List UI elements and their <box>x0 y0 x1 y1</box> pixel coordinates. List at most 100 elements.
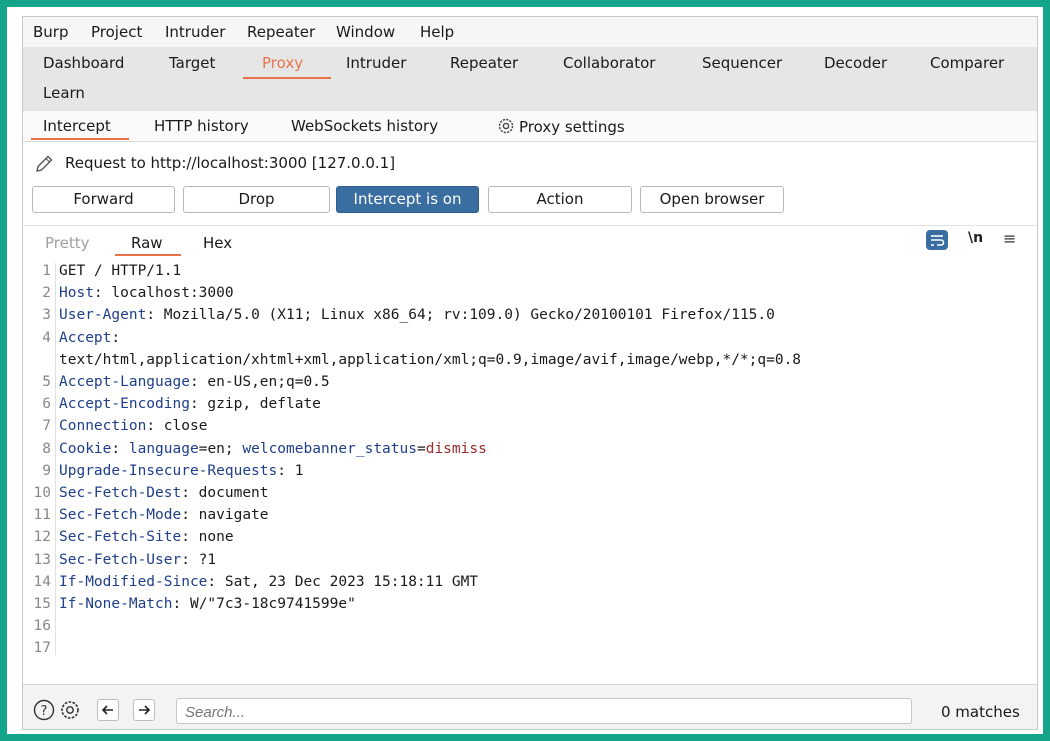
line-number: 4 <box>42 329 51 346</box>
line-number: 15 <box>33 596 51 612</box>
svg-text:?: ? <box>41 704 48 719</box>
menu-repeater[interactable]: Repeater <box>247 23 315 41</box>
gear-icon <box>498 118 514 134</box>
tab-intercept[interactable]: Intercept <box>43 117 111 135</box>
tab-hex[interactable]: Hex <box>203 234 232 252</box>
header-name: User-Agent <box>59 307 147 324</box>
tab-dashboard[interactable]: Dashboard <box>43 54 124 72</box>
request-line: Sec-Fetch-Site: none <box>59 529 234 546</box>
line-number: 17 <box>33 640 51 657</box>
menu-help[interactable]: Help <box>420 23 454 41</box>
pencil-icon <box>36 155 53 172</box>
proxy-sub-tabs: Intercept HTTP history WebSockets histor… <box>23 111 1037 142</box>
header-name: Cookie <box>59 440 112 457</box>
tab-collaborator[interactable]: Collaborator <box>563 54 655 72</box>
header-value: ?1 <box>189 551 217 568</box>
line-number: 10 <box>33 485 51 501</box>
request-line: Accept: <box>59 329 121 346</box>
request-line: text/html,application/xhtml+xml,applicat… <box>59 351 802 368</box>
tab-intruder[interactable]: Intruder <box>346 54 406 72</box>
line-number: 6 <box>42 396 51 413</box>
header-name: Sec-Fetch-Dest <box>59 485 182 501</box>
request-target-text: Request to http://localhost:3000 [127.0.… <box>65 154 396 172</box>
header-name: Connection <box>59 418 147 435</box>
header-name: Accept-Encoding <box>59 396 190 413</box>
tab-raw[interactable]: Raw <box>131 234 163 252</box>
menu-icon[interactable]: ≡ <box>1003 229 1016 248</box>
cookie-part: en <box>207 440 225 457</box>
header-name: If-Modified-Since <box>59 573 208 590</box>
request-line: Connection: close <box>59 418 208 435</box>
menu-bar: Burp Project Intruder Repeater Window He… <box>23 17 1037 47</box>
line-number: 2 <box>42 285 51 302</box>
header-value: en-US,en;q=0.5 <box>198 374 330 390</box>
match-count: 0 matches <box>941 703 1020 721</box>
line-number: 11 <box>33 507 51 524</box>
arrow-left-icon <box>101 705 113 715</box>
request-line: Accept-Language: en-US,en;q=0.5 <box>59 374 330 390</box>
tab-decoder[interactable]: Decoder <box>824 54 887 72</box>
main-tabs: Dashboard Target Proxy Intruder Repeater… <box>23 47 1037 111</box>
header-name: Upgrade-Insecure-Requests <box>59 462 278 479</box>
cookie-part: dismiss <box>425 440 487 457</box>
intercept-toggle-button[interactable]: Intercept is on <box>336 186 479 213</box>
request-line: Sec-Fetch-User: ?1 <box>59 551 217 568</box>
line-number: 8 <box>42 440 51 457</box>
tab-proxy-underline <box>243 77 331 79</box>
tab-comparer[interactable]: Comparer <box>930 54 1004 72</box>
header-value: W/"7c3-18c9741599e" <box>181 596 356 612</box>
proxy-settings-label: Proxy settings <box>519 118 625 136</box>
cookie-part: language <box>128 440 199 457</box>
wrap-lines-icon[interactable] <box>926 230 948 250</box>
tab-intercept-underline <box>31 138 129 140</box>
menu-burp[interactable]: Burp <box>33 23 69 41</box>
next-match-button[interactable] <box>133 699 155 721</box>
settings-gear-icon[interactable] <box>59 699 81 721</box>
menu-project[interactable]: Project <box>91 23 142 41</box>
line-number: 14 <box>33 573 51 590</box>
burp-window: Burp Project Intruder Repeater Window He… <box>22 16 1038 730</box>
header-name: Host <box>59 285 94 302</box>
line-number: 3 <box>42 307 51 324</box>
line-number: 1 <box>42 263 51 279</box>
menu-intruder[interactable]: Intruder <box>165 23 225 41</box>
tab-pretty[interactable]: Pretty <box>45 234 90 252</box>
line-number: 16 <box>33 618 51 635</box>
request-line: GET / HTTP/1.1 <box>59 263 182 279</box>
forward-button[interactable]: Forward <box>32 186 175 213</box>
request-line: If-None-Match: W/"7c3-18c9741599e" <box>59 596 356 612</box>
header-name: Accept <box>59 329 112 346</box>
newline-toggle[interactable]: \n <box>968 230 983 246</box>
request-line: Host: localhost:3000 <box>59 285 234 302</box>
header-name: Sec-Fetch-User <box>59 551 182 568</box>
line-number: 7 <box>42 418 51 435</box>
header-value: gzip, deflate <box>198 396 321 413</box>
tab-target[interactable]: Target <box>169 54 215 72</box>
tab-repeater[interactable]: Repeater <box>450 54 518 72</box>
tab-sequencer[interactable]: Sequencer <box>702 54 782 72</box>
cookie-part: welcomebanner_status <box>242 440 417 457</box>
header-name: Accept-Language <box>59 374 190 390</box>
action-button[interactable]: Action <box>488 186 632 213</box>
drop-button[interactable]: Drop <box>183 186 330 213</box>
header-name: Sec-Fetch-Mode <box>59 507 182 524</box>
line-number: 12 <box>33 529 51 546</box>
tab-raw-underline <box>115 254 181 256</box>
request-line: User-Agent: Mozilla/5.0 (X11; Linux x86_… <box>59 307 775 324</box>
request-line: If-Modified-Since: Sat, 23 Dec 2023 15:1… <box>59 573 479 590</box>
tab-proxy[interactable]: Proxy <box>262 54 303 72</box>
tab-http-history[interactable]: HTTP history <box>154 117 249 135</box>
open-browser-button[interactable]: Open browser <box>640 186 784 213</box>
tab-learn[interactable]: Learn <box>43 84 85 102</box>
proxy-settings-link[interactable]: Proxy settings <box>497 117 625 136</box>
previous-match-button[interactable] <box>97 699 119 721</box>
search-input[interactable] <box>183 700 907 724</box>
search-box <box>176 698 912 724</box>
tab-websockets-history[interactable]: WebSockets history <box>291 117 438 135</box>
line-number: 9 <box>42 462 51 479</box>
header-name: If-None-Match <box>59 596 173 612</box>
arrow-right-icon <box>139 705 151 715</box>
request-line: Upgrade-Insecure-Requests: 1 <box>59 462 304 479</box>
help-icon[interactable]: ? <box>33 699 55 721</box>
menu-window[interactable]: Window <box>336 23 395 41</box>
